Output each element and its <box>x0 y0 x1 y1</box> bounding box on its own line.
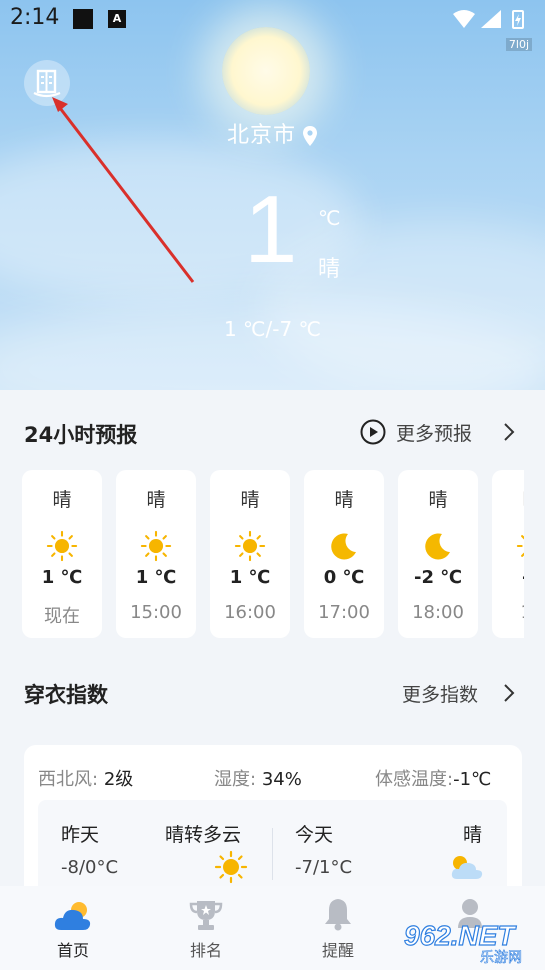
sun-icon <box>214 850 248 884</box>
site-watermark-logo: 962.NET 乐游网 <box>400 915 545 966</box>
hour-time: 18:00 <box>412 602 464 623</box>
hour-temperature: 1 ℃ <box>135 567 177 588</box>
hour-forecast-card[interactable]: 晴 0 ℃ 17:00 <box>304 470 384 638</box>
sun-icon <box>516 530 524 562</box>
hour-forecast-card[interactable]: 晴 1 ℃ 15:00 <box>116 470 196 638</box>
watermark-logo-icon: 962.NET 乐游网 <box>403 919 522 966</box>
cloud-sun-icon <box>54 902 91 930</box>
chevron-right-icon <box>504 684 515 702</box>
tab-reminder[interactable]: 提醒 <box>293 886 383 970</box>
hour-condition: 晴 <box>146 489 166 511</box>
divider <box>272 828 273 880</box>
hour-condition: 晴 <box>52 489 72 511</box>
hour-forecast-card[interactable]: 晴 -2 ℃ 18:00 <box>398 470 478 638</box>
sun-icon <box>46 530 78 562</box>
forecast-title: 24小时预报 <box>24 423 138 447</box>
hour-time: 16:00 <box>224 602 276 623</box>
wind-label: 西北风: <box>38 769 99 790</box>
moon-icon <box>328 530 360 562</box>
feels-like-info: 体感温度:-1℃ <box>375 765 491 791</box>
hour-time: 15:00 <box>130 602 182 623</box>
hour-temperature: -3 <box>492 567 524 588</box>
hour-condition: 晴 <box>240 489 260 511</box>
annotation-arrow <box>52 97 195 283</box>
hour-forecast-card[interactable]: 晴 1 ℃ 16:00 <box>210 470 290 638</box>
hour-condition: 晴 <box>428 489 448 511</box>
sun-icon <box>234 530 266 562</box>
humidity-label: 湿度: <box>214 769 257 790</box>
partly-cloudy-icon <box>451 856 483 879</box>
sun-icon <box>140 530 172 562</box>
hour-time: 17:00 <box>318 602 370 623</box>
hour-forecast-card[interactable]: 晴 1 ℃ 现在 <box>22 470 102 638</box>
play-icon <box>360 419 386 445</box>
yesterday-condition: 晴转多云 <box>165 824 242 846</box>
yesterday-label: 昨天 <box>61 824 100 846</box>
hour-temperature: 1 ℃ <box>41 567 83 588</box>
today-label: 今天 <box>295 824 334 846</box>
more-index-label: 更多指数 <box>402 684 479 706</box>
tab-reminder-label: 提醒 <box>321 941 354 960</box>
tab-ranking-label: 排名 <box>189 941 222 960</box>
hour-condition: 晴 <box>334 489 354 511</box>
yesterday-range: -8/0°C <box>61 857 119 878</box>
hour-forecast-card[interactable]: 晴 -3 19 <box>492 470 524 638</box>
watermark-text: 962.NET <box>404 920 517 951</box>
hour-temperature: -2 ℃ <box>413 567 463 588</box>
wind-info: 西北风: 2级 <box>38 765 133 791</box>
day-compare-card: 昨天 晴转多云 -8/0°C 今天 晴 -7/1°C <box>38 800 507 900</box>
bell-icon <box>325 899 351 931</box>
today-range: -7/1°C <box>295 857 353 878</box>
more-forecast-label: 更多预报 <box>396 423 473 445</box>
tab-ranking[interactable]: 排名 <box>161 886 251 970</box>
hour-temperature: 1 ℃ <box>229 567 271 588</box>
today-condition: 晴 <box>463 824 483 846</box>
wind-value: 2级 <box>103 769 134 790</box>
humidity-info: 湿度: 34% <box>214 765 302 791</box>
chevron-right-icon <box>504 423 515 441</box>
hour-temperature: 0 ℃ <box>323 567 365 588</box>
feels-like-label: 体感温度: <box>375 769 454 790</box>
hour-time: 19 <box>492 602 524 623</box>
hour-time: 现在 <box>44 606 80 627</box>
hour-condition: 晴 <box>492 485 524 512</box>
tab-home[interactable]: 首页 <box>28 886 118 970</box>
more-forecast-button[interactable]: 更多预报 <box>360 418 525 446</box>
tab-home-label: 首页 <box>56 941 89 960</box>
trophy-icon <box>189 901 223 930</box>
feels-like-value: -1℃ <box>453 769 492 790</box>
watermark-subtext: 乐游网 <box>480 950 522 965</box>
more-index-button[interactable]: 更多指数 <box>400 679 525 707</box>
clothing-index-title: 穿衣指数 <box>24 683 108 707</box>
moon-icon <box>422 530 454 562</box>
humidity-value: 34% <box>261 769 302 790</box>
